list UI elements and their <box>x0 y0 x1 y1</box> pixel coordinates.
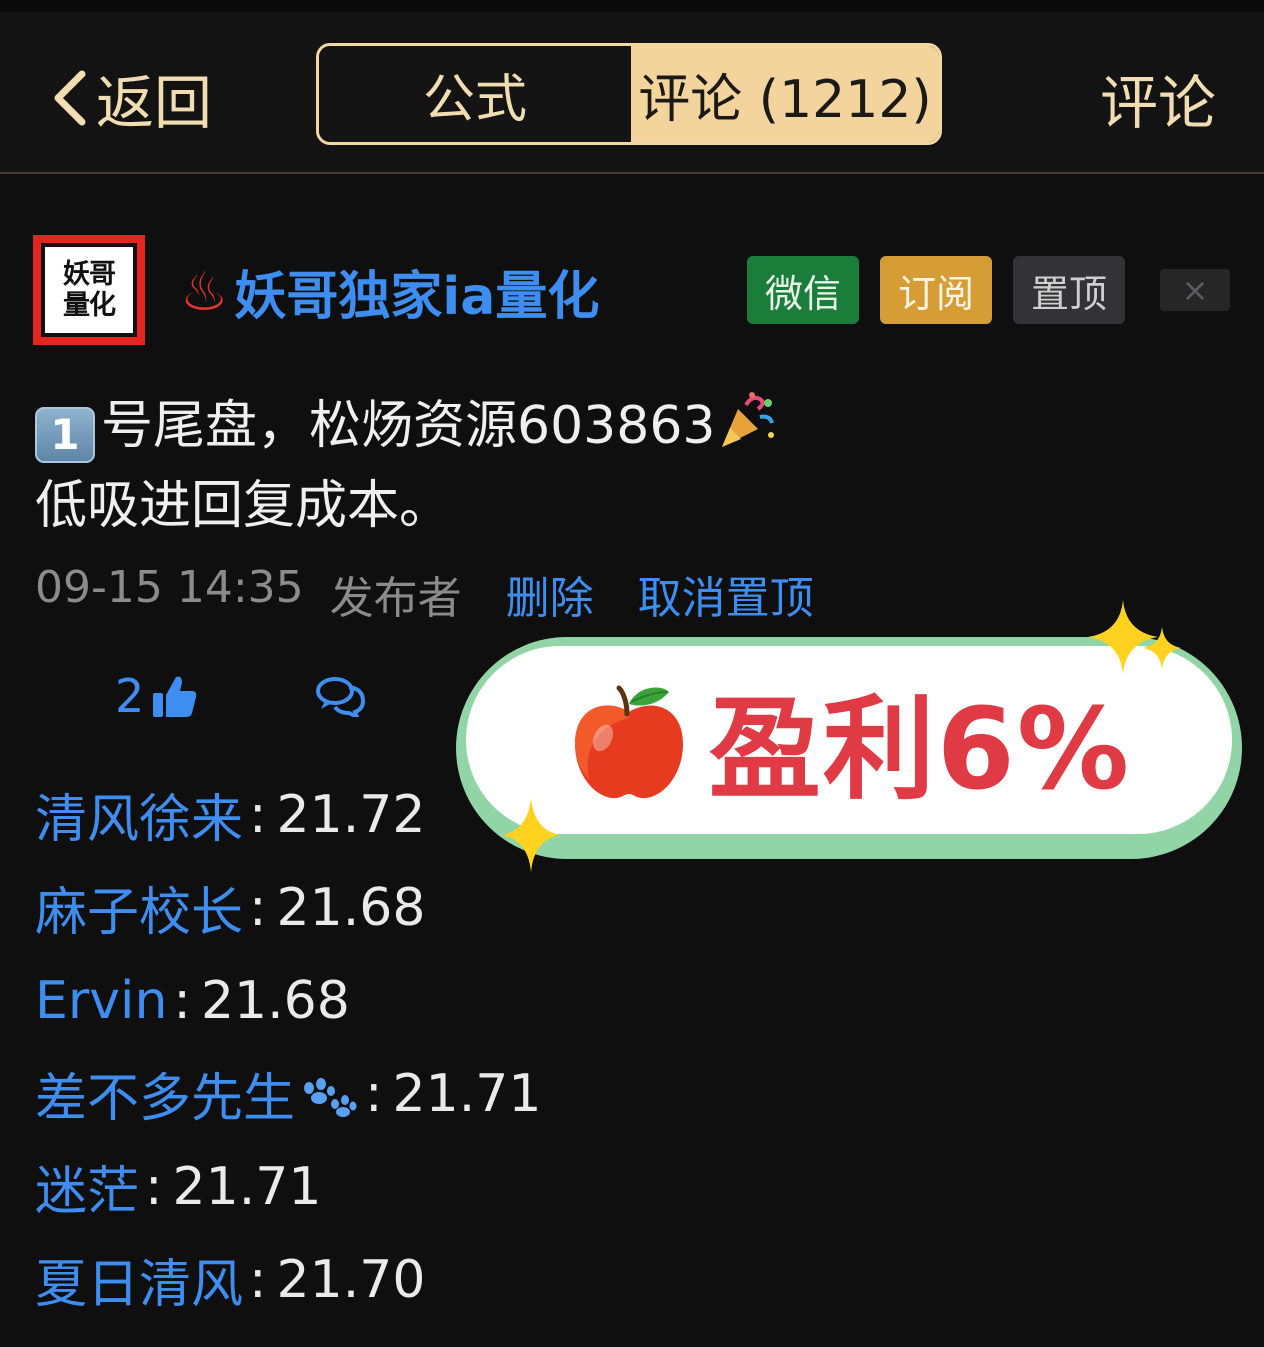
post-line-1: 1 号尾盘，松炀资源603863 <box>35 386 778 466</box>
avatar-text: 妖哥量化 <box>63 259 116 321</box>
comment-row: 夏日清风:21.70 <box>35 1233 541 1326</box>
chat-bubbles-icon[interactable] <box>313 675 367 717</box>
comment-colon: : <box>249 1249 267 1310</box>
comment-author-text: 差不多先生 <box>35 1069 296 1129</box>
sparkle-left-icon <box>502 798 560 872</box>
thumbs-up-icon[interactable] <box>150 673 198 719</box>
comment-colon: : <box>249 877 267 938</box>
comment-author[interactable]: 清风徐来 <box>35 777 243 852</box>
status-strip <box>0 0 1264 12</box>
comment-value: 21.68 <box>276 877 426 938</box>
comment-colon: : <box>145 1156 163 1217</box>
comment-colon: : <box>249 784 267 845</box>
avatar[interactable]: 妖哥量化 <box>33 235 145 345</box>
comment-value: 21.72 <box>276 784 426 845</box>
wechat-badge[interactable]: 微信 <box>747 256 859 324</box>
comment-list: 清风徐来:21.72 麻子校长:21.68 Ervin:21.68 差不多先生:… <box>35 768 541 1326</box>
back-button[interactable]: 返回 <box>48 58 212 138</box>
publisher-label: 发布者 <box>329 573 462 624</box>
comment-author[interactable]: 迷茫 <box>35 1149 139 1224</box>
comment-value: 21.71 <box>392 1063 542 1124</box>
party-popper-icon <box>716 392 778 456</box>
tab-comments[interactable]: 评论 (1212) <box>631 46 939 142</box>
hot-springs-icon: ♨ <box>180 259 229 323</box>
like-count: 2 <box>115 669 145 723</box>
keycap-one-icon: 1 <box>35 407 95 463</box>
comment-row: Ervin:21.68 <box>35 954 541 1047</box>
delete-link[interactable]: 删除 <box>506 562 594 626</box>
comment-value: 21.70 <box>276 1249 426 1310</box>
segmented-tabs: 公式 评论 (1212) <box>316 43 942 145</box>
comment-author[interactable]: 差不多先生 <box>35 1056 359 1131</box>
sparkle-small-icon <box>1143 627 1181 669</box>
comment-row: 差不多先生:21.71 <box>35 1047 541 1140</box>
comment-value: 21.68 <box>200 970 350 1031</box>
unpin-link[interactable]: 取消置顶 <box>638 562 814 626</box>
post-line-1-text: 号尾盘，松炀资源603863 <box>101 396 716 456</box>
comment-colon: : <box>173 970 191 1031</box>
comment-button[interactable]: 评论 <box>1100 58 1216 138</box>
profit-text: 盈利6% <box>708 685 1132 815</box>
comment-author[interactable]: 夏日清风 <box>35 1242 243 1317</box>
username-link[interactable]: ♨ 妖哥独家ia量化 <box>180 256 600 327</box>
pin-badge[interactable]: 置顶 <box>1013 256 1125 324</box>
comment-colon: : <box>365 1063 383 1124</box>
comment-row: 麻子校长:21.68 <box>35 861 541 954</box>
apple-icon <box>574 685 683 799</box>
comment-row: 迷茫:21.71 <box>35 1140 541 1233</box>
tab-formula[interactable]: 公式 <box>319 46 631 142</box>
chevron-left-icon <box>54 70 86 126</box>
post-actions: 2 <box>115 666 366 726</box>
top-navigation-bar: 返回 公式 评论 (1212) 评论 <box>0 0 1264 174</box>
comment-value: 21.71 <box>172 1156 322 1217</box>
back-label: 返回 <box>96 69 213 137</box>
post-line-2: 低吸进回复成本。 <box>35 476 452 536</box>
post-meta: 09-15 14:35 发布者 删除 取消置顶 <box>35 562 858 626</box>
subscribe-button[interactable]: 订阅 <box>880 256 992 324</box>
username-text: 妖哥独家ia量化 <box>234 266 600 327</box>
close-button[interactable]: × <box>1160 269 1230 311</box>
comment-author[interactable]: Ervin <box>35 971 167 1031</box>
post-time: 09-15 14:35 <box>35 562 304 613</box>
post-content: 1 号尾盘，松炀资源603863 低吸进回复成本。 <box>35 386 778 546</box>
paw-prints-icon <box>295 1076 359 1127</box>
avatar-logo: 妖哥量化 <box>41 243 137 337</box>
comment-author[interactable]: 麻子校长 <box>35 870 243 945</box>
